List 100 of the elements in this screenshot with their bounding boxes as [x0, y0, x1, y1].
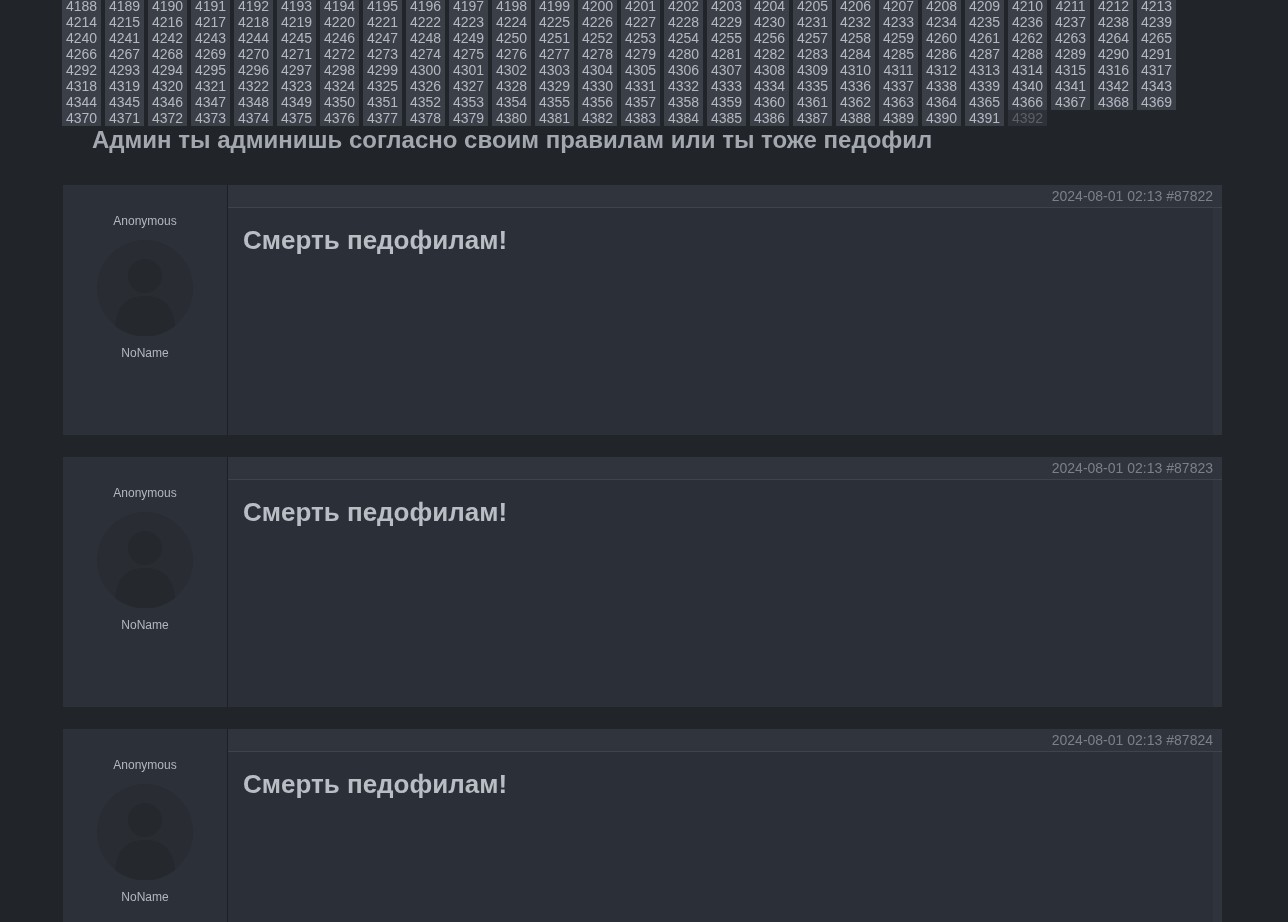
page-link[interactable]: 4193 — [277, 0, 316, 14]
page-link[interactable]: 4303 — [535, 62, 574, 78]
page-link[interactable]: 4359 — [707, 94, 746, 110]
page-link[interactable]: 4299 — [363, 62, 402, 78]
page-link[interactable]: 4312 — [922, 62, 961, 78]
page-link[interactable]: 4279 — [621, 46, 660, 62]
page-link[interactable]: 4265 — [1137, 30, 1176, 46]
page-link[interactable]: 4373 — [191, 110, 230, 126]
page-link[interactable]: 4319 — [105, 78, 144, 94]
page-link[interactable]: 4221 — [363, 14, 402, 30]
page-link[interactable]: 4267 — [105, 46, 144, 62]
page-link[interactable]: 4340 — [1008, 78, 1047, 94]
page-link[interactable]: 4257 — [793, 30, 832, 46]
page-link[interactable]: 4220 — [320, 14, 359, 30]
page-link[interactable]: 4317 — [1137, 62, 1176, 78]
page-link[interactable]: 4365 — [965, 94, 1004, 110]
page-link[interactable]: 4264 — [1094, 30, 1133, 46]
page-link[interactable]: 4249 — [449, 30, 488, 46]
page-link[interactable]: 4205 — [793, 0, 832, 14]
page-link[interactable]: 4195 — [363, 0, 402, 14]
page-link[interactable]: 4254 — [664, 30, 703, 46]
page-link[interactable]: 4281 — [707, 46, 746, 62]
page-link[interactable]: 4352 — [406, 94, 445, 110]
page-link[interactable]: 4376 — [320, 110, 359, 126]
page-link[interactable]: 4243 — [191, 30, 230, 46]
page-link[interactable]: 4331 — [621, 78, 660, 94]
page-link[interactable]: 4388 — [836, 110, 875, 126]
page-link[interactable]: 4210 — [1008, 0, 1047, 14]
page-link[interactable]: 4273 — [363, 46, 402, 62]
page-link[interactable]: 4316 — [1094, 62, 1133, 78]
page-link[interactable]: 4349 — [277, 94, 316, 110]
page-link[interactable]: 4251 — [535, 30, 574, 46]
page-link[interactable]: 4300 — [406, 62, 445, 78]
page-link[interactable]: 4378 — [406, 110, 445, 126]
post-number-link[interactable]: #87824 — [1166, 732, 1213, 748]
page-link[interactable]: 4272 — [320, 46, 359, 62]
page-link[interactable]: 4209 — [965, 0, 1004, 14]
page-link[interactable]: 4382 — [578, 110, 617, 126]
page-link[interactable]: 4207 — [879, 0, 918, 14]
page-link[interactable]: 4345 — [105, 94, 144, 110]
page-link[interactable]: 4387 — [793, 110, 832, 126]
page-link[interactable]: 4379 — [449, 110, 488, 126]
page-link[interactable]: 4213 — [1137, 0, 1176, 14]
page-link[interactable]: 4227 — [621, 14, 660, 30]
page-link[interactable]: 4242 — [148, 30, 187, 46]
page-link[interactable]: 4191 — [191, 0, 230, 14]
page-link[interactable]: 4375 — [277, 110, 316, 126]
page-link[interactable]: 4223 — [449, 14, 488, 30]
page-link[interactable]: 4346 — [148, 94, 187, 110]
page-link[interactable]: 4231 — [793, 14, 832, 30]
page-link[interactable]: 4224 — [492, 14, 531, 30]
page-link[interactable]: 4286 — [922, 46, 961, 62]
page-link[interactable]: 4357 — [621, 94, 660, 110]
page-link[interactable]: 4377 — [363, 110, 402, 126]
page-link[interactable]: 4342 — [1094, 78, 1133, 94]
page-link[interactable]: 4188 — [62, 0, 101, 14]
page-link[interactable]: 4304 — [578, 62, 617, 78]
page-link[interactable]: 4270 — [234, 46, 273, 62]
page-link[interactable]: 4269 — [191, 46, 230, 62]
page-link[interactable]: 4278 — [578, 46, 617, 62]
page-link[interactable]: 4318 — [62, 78, 101, 94]
page-link[interactable]: 4283 — [793, 46, 832, 62]
page-link[interactable]: 4196 — [406, 0, 445, 14]
page-link[interactable]: 4389 — [879, 110, 918, 126]
page-link[interactable]: 4287 — [965, 46, 1004, 62]
page-link[interactable]: 4366 — [1008, 94, 1047, 110]
page-link[interactable]: 4198 — [492, 0, 531, 14]
page-link[interactable]: 4338 — [922, 78, 961, 94]
page-link[interactable]: 4315 — [1051, 62, 1090, 78]
page-link[interactable]: 4211 — [1051, 0, 1090, 14]
page-link[interactable]: 4362 — [836, 94, 875, 110]
post-number-link[interactable]: #87822 — [1166, 188, 1213, 204]
page-link[interactable]: 4327 — [449, 78, 488, 94]
page-link[interactable]: 4259 — [879, 30, 918, 46]
page-link[interactable]: 4237 — [1051, 14, 1090, 30]
page-link[interactable]: 4262 — [1008, 30, 1047, 46]
page-link[interactable]: 4214 — [62, 14, 101, 30]
page-link[interactable]: 4268 — [148, 46, 187, 62]
page-link[interactable]: 4274 — [406, 46, 445, 62]
page-link[interactable]: 4206 — [836, 0, 875, 14]
page-link[interactable]: 4201 — [621, 0, 660, 14]
page-link[interactable]: 4245 — [277, 30, 316, 46]
page-link[interactable]: 4190 — [148, 0, 187, 14]
page-link[interactable]: 4216 — [148, 14, 187, 30]
page-link[interactable]: 4295 — [191, 62, 230, 78]
page-link[interactable]: 4252 — [578, 30, 617, 46]
page-link[interactable]: 4309 — [793, 62, 832, 78]
page-link[interactable]: 4343 — [1137, 78, 1176, 94]
page-link[interactable]: 4381 — [535, 110, 574, 126]
page-link[interactable]: 4369 — [1137, 94, 1176, 110]
page-link[interactable]: 4350 — [320, 94, 359, 110]
page-link[interactable]: 4282 — [750, 46, 789, 62]
page-link[interactable]: 4358 — [664, 94, 703, 110]
page-link[interactable]: 4275 — [449, 46, 488, 62]
page-link[interactable]: 4218 — [234, 14, 273, 30]
page-link[interactable]: 4226 — [578, 14, 617, 30]
page-link[interactable]: 4212 — [1094, 0, 1133, 14]
page-link[interactable]: 4247 — [363, 30, 402, 46]
page-link[interactable]: 4258 — [836, 30, 875, 46]
page-link[interactable]: 4370 — [62, 110, 101, 126]
